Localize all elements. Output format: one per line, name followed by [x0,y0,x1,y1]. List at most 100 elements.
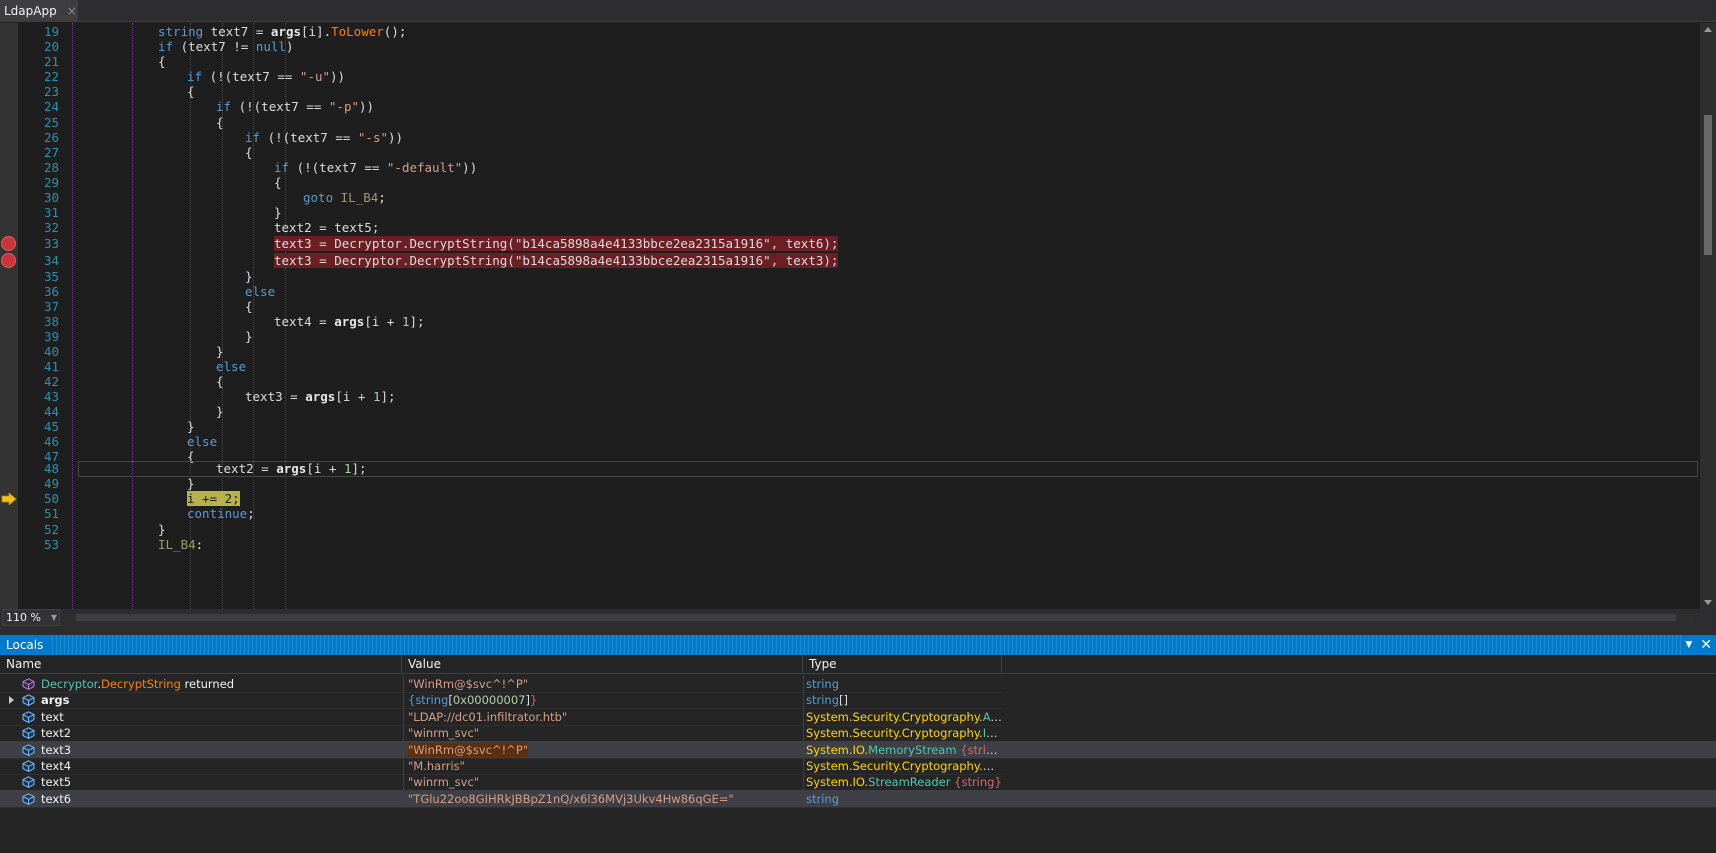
code-text: text2 = text5; [274,220,380,235]
code-line[interactable]: } [245,329,253,345]
local-value[interactable]: "WinRm@$svc^!^P" [403,675,802,693]
code-text: continue; [187,506,255,521]
code-line[interactable]: } [187,476,195,492]
line-number: 38 [43,314,59,329]
code-line[interactable]: continue; [187,506,255,522]
editor-horizontal-scrollbar[interactable] [64,612,1694,623]
code-line[interactable]: text3 = Decryptor.DecryptString("b14ca58… [274,253,839,269]
code-line[interactable]: { [187,84,195,100]
close-icon[interactable]: ✕ [1700,637,1712,653]
expand-arrow-icon[interactable] [9,696,14,705]
code-text: } [216,404,224,419]
local-value[interactable]: {string[0x00000007]} [403,691,802,710]
code-line[interactable]: text3 = args[i + 1]; [245,389,396,405]
code-line[interactable]: text2 = args[i + 1]; [216,461,367,477]
locals-row[interactable]: text6 "TGlu22oo8GIHRkJBBpZ1nQ/x6l36MVj3Uk… [0,789,1716,808]
line-number: 32 [43,220,59,235]
locals-column-header: Name Value Type [0,655,1716,674]
code-line[interactable]: { [158,54,166,70]
tab-close-icon[interactable]: × [67,4,77,18]
code-line[interactable]: if (text7 != null) [158,39,294,55]
code-line[interactable]: { [216,115,224,131]
locals-row[interactable]: Decryptor.DecryptString returned "WinRm@$… [0,675,1002,693]
code-line[interactable]: goto IL_B4; [303,190,386,206]
code-line[interactable]: } [216,344,224,360]
breakpoint-line-text: text3 = Decryptor.DecryptString("b14ca58… [274,253,839,268]
code-line[interactable]: { [245,145,253,161]
local-value[interactable]: "TGlu22oo8GIHRkJBBpZ1nQ/x6l36MVj3Ukv4Hw8… [403,789,802,808]
local-name: text3 [41,742,72,757]
method-return-icon [22,678,35,690]
code-line[interactable]: else [187,434,217,450]
code-line[interactable]: { [245,299,253,315]
editor-vertical-scrollbar[interactable] [1700,23,1716,609]
local-name-cell: text3 [0,741,402,759]
scroll-thumb[interactable] [76,614,1676,621]
local-name-cell: Decryptor.DecryptString returned [0,675,402,693]
code-line[interactable]: if (!(text7 == "-default")) [274,160,477,176]
breakpoint-margin[interactable] [0,23,18,609]
line-number: 29 [43,175,59,190]
locals-row[interactable]: text5 "winrm_svc" System.IO.StreamReader {… [0,773,1002,792]
code-line[interactable]: string text7 = args[i].ToLower(); [158,24,406,40]
local-type: System.Security.Cryptography.Cry... [803,757,1002,775]
locals-window-buttons: ▼ ✕ [1681,635,1716,655]
code-line[interactable]: if (!(text7 == "-s")) [245,130,403,146]
editor-status-bar: 110 % ▼ [0,609,1716,626]
local-value[interactable]: "WinRm@$svc^!^P" [403,740,802,759]
code-line[interactable]: i += 2; [187,491,240,507]
breakpoint-icon[interactable] [1,253,16,268]
column-header-name[interactable]: Name [0,655,402,674]
line-number-gutter: 19 20 21 22 23 24 25 26 27 28 29 30 31 32 33 34 35 36 37 38… [18,23,60,609]
scroll-thumb[interactable] [1704,115,1712,255]
locals-title: Locals [0,635,50,655]
code-line[interactable]: { [274,175,282,191]
locals-row[interactable]: text3 "WinRm@$svc^!^P" System.IO.MemoryStr… [0,740,1716,759]
code-line[interactable]: else [245,284,275,300]
line-number: 37 [43,299,59,314]
locals-row[interactable]: text4 "M.harris" System.Security.Cryptogra… [0,757,1002,775]
tab-ldapapp[interactable]: LdapApp × [0,0,78,22]
code-text: { [187,84,195,99]
local-value[interactable]: "M.harris" [403,757,802,775]
code-area[interactable]: string text7 = args[i].ToLower(); if (tex… [60,23,1700,609]
column-header-type[interactable]: Type [803,655,1002,674]
code-line[interactable]: { [216,374,224,390]
code-editor[interactable]: 19 20 21 22 23 24 25 26 27 28 29 30 31 32 33 34 35 36 37 38… [0,23,1716,609]
code-text: { [216,374,224,389]
chevron-down-icon[interactable]: ▼ [51,610,57,625]
line-number: 48 [43,461,59,476]
code-line[interactable]: text3 = Decryptor.DecryptString("b14ca58… [274,236,839,252]
local-name: text5 [41,775,72,790]
line-number: 19 [43,24,59,39]
code-line[interactable]: } [216,404,224,420]
local-value[interactable]: "LDAP://dc01.infiltrator.htb" [403,707,802,726]
scroll-down-icon[interactable] [1704,600,1712,605]
breakpoint-icon[interactable] [1,236,16,251]
window-position-dropdown-icon[interactable]: ▼ [1685,640,1692,650]
code-line[interactable]: if (!(text7 == "-p")) [216,99,374,115]
code-line[interactable]: text4 = args[i + 1]; [274,314,425,330]
code-line[interactable]: else [216,359,246,375]
zoom-dropdown[interactable]: 110 % ▼ [2,609,60,626]
column-header-value[interactable]: Value [402,655,803,674]
scroll-up-icon[interactable] [1704,27,1712,32]
code-line[interactable]: IL_B4: [158,537,203,553]
code-line[interactable]: } [274,205,282,221]
local-value[interactable]: "winrm_svc" [403,773,802,792]
code-line[interactable]: if (!(text7 == "-u")) [187,69,345,85]
panel-separator[interactable] [0,626,1716,635]
locals-title-bar: Locals ▼ ✕ [0,635,1716,655]
local-type: string[] [803,691,1002,710]
locals-row[interactable]: text "LDAP://dc01.infiltrator.htb" System.… [0,707,1002,726]
code-line[interactable]: } [158,522,166,538]
field-icon [22,727,35,740]
code-line[interactable]: } [187,419,195,435]
code-line[interactable]: } [245,269,253,285]
current-statement-text: i += 2; [187,491,240,506]
line-number: 24 [43,99,59,114]
code-line[interactable]: text2 = text5; [274,220,379,236]
locals-row[interactable]: text2 "winrm_svc" System.Security.Cryptogr… [0,724,1002,743]
local-value[interactable]: "winrm_svc" [403,724,802,743]
locals-row[interactable]: args {string[0x00000007]} string[] [0,691,1002,710]
